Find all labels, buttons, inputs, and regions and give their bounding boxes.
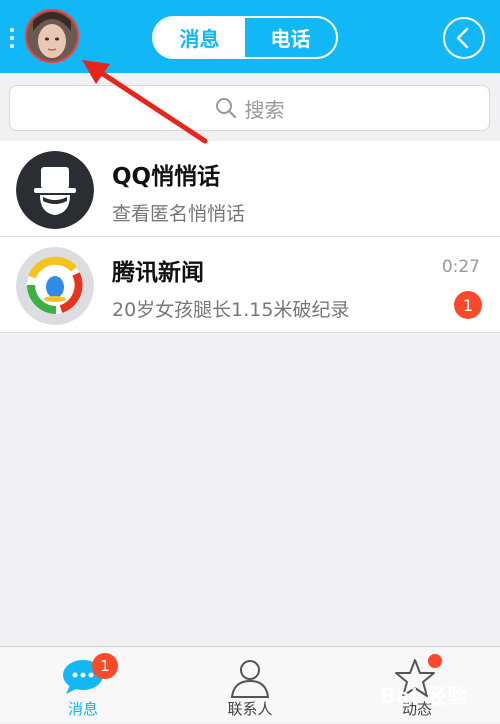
whisper-avatar-icon — [16, 151, 94, 229]
annotation-arrow — [82, 60, 208, 144]
tab-contacts[interactable]: 联系人 — [167, 647, 333, 724]
conversation-title: 腾讯新闻 — [112, 260, 204, 286]
user-avatar[interactable] — [25, 9, 79, 63]
tab-messages[interactable]: 消息 — [154, 18, 245, 57]
feed-notification-dot — [428, 654, 442, 668]
menu-dots-icon[interactable] — [10, 28, 14, 48]
tab-unread-badge: 1 — [92, 653, 118, 679]
message-call-switch: 消息 电话 — [152, 16, 338, 59]
person-icon — [230, 660, 270, 698]
back-button[interactable] — [443, 17, 485, 59]
conversation-time: 0:27 — [441, 257, 480, 277]
search-icon — [215, 98, 236, 119]
conversation-item-news[interactable]: 腾讯新闻 0:27 20岁女孩腿长1.15米破纪录 1 — [0, 237, 500, 333]
watermark: Bai 经验 — [380, 684, 469, 708]
conversation-preview: 20岁女孩腿长1.15米破纪录 — [112, 299, 350, 321]
conversation-item-whisper[interactable]: QQ悄悄话 查看匿名悄悄话 — [0, 141, 500, 237]
tab-label: 消息 — [67, 700, 98, 718]
chevron-left-icon — [456, 27, 469, 49]
conversation-preview: 查看匿名悄悄话 — [112, 203, 246, 225]
search-placeholder: 搜索 — [244, 97, 285, 122]
conversation-list: QQ悄悄话 查看匿名悄悄话 腾讯新闻 0:27 20岁女孩腿长1.15米破纪录 … — [0, 141, 500, 333]
tencent-news-avatar-icon — [16, 247, 94, 325]
tab-messages-bottom[interactable]: 1 消息 — [0, 647, 166, 724]
tab-calls[interactable]: 电话 — [245, 18, 336, 57]
conversation-title: QQ悄悄话 — [112, 164, 221, 190]
top-bar: 消息 电话 — [0, 0, 500, 73]
search-area: 搜索 — [0, 73, 500, 141]
unread-badge: 1 — [454, 291, 482, 319]
tab-label: 联系人 — [227, 700, 273, 718]
